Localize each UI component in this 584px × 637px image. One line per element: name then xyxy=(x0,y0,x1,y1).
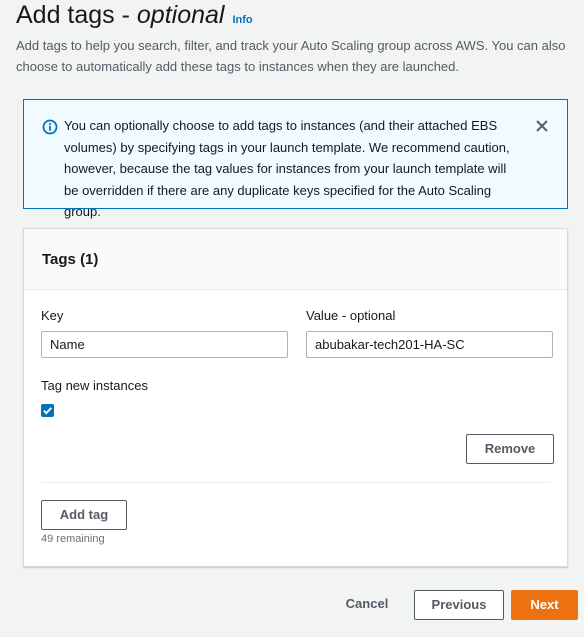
title-row: Add tags - optional Info xyxy=(16,0,576,34)
tag-value-input[interactable]: abubakar-tech201-HA-SC xyxy=(306,331,553,358)
cancel-button[interactable]: Cancel xyxy=(335,592,399,616)
tag-new-instances-label: Tag new instances xyxy=(41,378,148,393)
tags-remaining-count: 49 remaining xyxy=(41,533,105,545)
page-title-prefix: Add tags - xyxy=(16,1,137,29)
tags-panel-title: Tags (1) xyxy=(42,250,99,268)
checkmark-icon xyxy=(43,407,52,415)
previous-button[interactable]: Previous xyxy=(414,590,504,620)
info-alert: You can optionally choose to add tags to… xyxy=(23,99,568,219)
tag-new-instances-checkbox[interactable] xyxy=(41,404,54,417)
info-icon xyxy=(42,119,58,135)
remove-tag-button[interactable]: Remove xyxy=(466,434,554,464)
page-title: Add tags - optional xyxy=(16,0,224,30)
add-tags-page: Add tags - optional Info Add tags to hel… xyxy=(0,0,584,637)
page-description: Add tags to help you search, filter, and… xyxy=(16,38,566,74)
key-label: Key xyxy=(41,308,64,323)
tag-key-input[interactable]: Name xyxy=(41,331,288,358)
panel-divider xyxy=(41,482,550,483)
alert-message: You can optionally choose to add tags to… xyxy=(64,118,510,219)
close-icon[interactable] xyxy=(534,118,550,134)
page-title-optional: optional xyxy=(136,1,225,29)
info-link[interactable]: Info xyxy=(232,14,252,26)
tags-panel: Tags (1) Key Value - optional Name abuba… xyxy=(23,228,568,567)
value-label: Value - optional xyxy=(306,308,396,323)
add-tag-button[interactable]: Add tag xyxy=(41,500,127,530)
next-button[interactable]: Next xyxy=(511,590,578,620)
tags-panel-header: Tags (1) xyxy=(24,229,567,290)
page-header: Add tags - optional Info Add tags to hel… xyxy=(16,0,576,77)
